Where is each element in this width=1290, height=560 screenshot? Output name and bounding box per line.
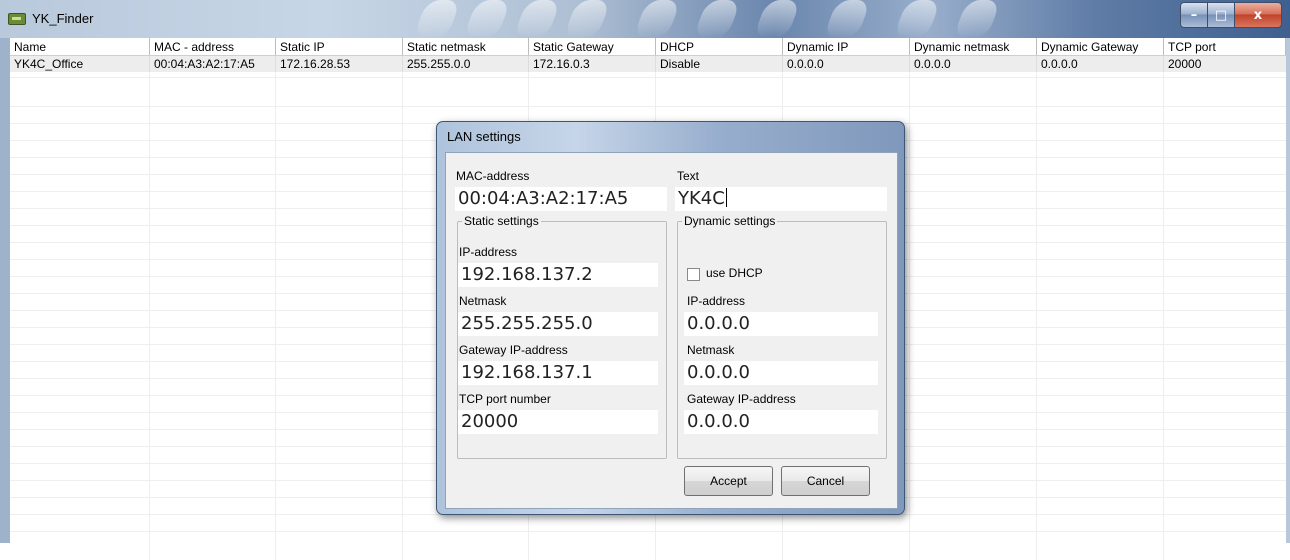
column-header-static-ip[interactable]: Static IP [276, 38, 403, 55]
window-frame-right [1286, 38, 1290, 543]
mac-address-field[interactable]: 00:04:A3:A2:17:A5 [455, 187, 667, 211]
static-netmask-field[interactable]: 255.255.255.0 [458, 312, 658, 336]
table-row[interactable]: YK4C_Office 00:04:A3:A2:17:A5 172.16.28.… [10, 56, 1286, 72]
text-field-value: YK4C [678, 188, 725, 209]
dialog-body: MAC-address 00:04:A3:A2:17:A5 Text YK4C … [445, 152, 898, 509]
dialog-title: LAN settings [447, 129, 521, 144]
cell-name: YK4C_Office [10, 56, 150, 72]
dynamic-ip-field[interactable]: 0.0.0.0 [684, 312, 878, 336]
static-netmask-label: Netmask [459, 294, 507, 308]
tcp-port-label: TCP port number [459, 392, 551, 406]
cell-tcp-port: 20000 [1168, 57, 1202, 71]
column-header-dynamic-gateway[interactable]: Dynamic Gateway [1037, 38, 1164, 55]
cell-mac: 00:04:A3:A2:17:A5 [150, 56, 276, 72]
use-dhcp-checkbox[interactable] [687, 268, 700, 281]
app-icon [8, 12, 26, 25]
lan-settings-dialog: LAN settings MAC-address 00:04:A3:A2:17:… [436, 121, 905, 515]
cell-static-netmask: 255.255.0.0 [403, 56, 529, 72]
accept-button[interactable]: Accept [684, 466, 773, 496]
dynamic-netmask-label: Netmask [687, 343, 735, 357]
maximize-button[interactable]: □ [1208, 2, 1234, 28]
gateway-ip-field[interactable]: 192.168.137.1 [458, 361, 658, 385]
static-ip-field[interactable]: 192.168.137.2 [458, 263, 658, 287]
cell-static-gateway: 172.16.0.3 [529, 56, 656, 72]
minimize-button[interactable]: – [1180, 2, 1208, 28]
dynamic-settings-legend: Dynamic settings [682, 214, 778, 228]
close-icon: x [1253, 7, 1263, 23]
window-title-area: YK_Finder [8, 11, 93, 26]
static-settings-group: Static settings IP-address 192.168.137.2… [457, 214, 667, 459]
dynamic-ip-label: IP-address [687, 294, 746, 308]
tcp-port-field[interactable]: 20000 [458, 410, 658, 434]
column-header-static-gateway[interactable]: Static Gateway [529, 38, 656, 55]
column-header-dynamic-netmask[interactable]: Dynamic netmask [910, 38, 1037, 55]
static-settings-legend: Static settings [462, 214, 541, 228]
text-label: Text [677, 169, 700, 183]
column-header-dhcp[interactable]: DHCP [656, 38, 783, 55]
column-header-static-netmask[interactable]: Static netmask [403, 38, 529, 55]
static-ip-label: IP-address [459, 245, 518, 259]
column-header-mac[interactable]: MAC - address [150, 38, 276, 55]
window-title: YK_Finder [32, 11, 94, 26]
text-caret [725, 188, 727, 207]
close-button[interactable]: x [1234, 2, 1282, 28]
window-frame-left [0, 38, 10, 543]
column-header-name[interactable]: Name [10, 38, 150, 55]
minimize-icon: – [1190, 7, 1198, 23]
mac-address-label: MAC-address [456, 169, 530, 183]
text-field[interactable]: YK4C [675, 187, 887, 211]
window-controls: – □ x [1180, 2, 1282, 28]
cell-static-ip: 172.16.28.53 [276, 56, 403, 72]
cancel-button[interactable]: Cancel [781, 466, 870, 496]
dynamic-netmask-field[interactable]: 0.0.0.0 [684, 361, 878, 385]
cell-dynamic-netmask: 0.0.0.0 [910, 56, 1037, 72]
dynamic-gateway-field[interactable]: 0.0.0.0 [684, 410, 878, 434]
column-header-tcp-port[interactable]: TCP port [1164, 38, 1286, 55]
table-header: Name MAC - address Static IP Static netm… [10, 38, 1286, 56]
gateway-ip-label: Gateway IP-address [459, 343, 568, 357]
dynamic-settings-group: Dynamic settings use DHCP IP-address 0.0… [677, 214, 887, 459]
use-dhcp-label[interactable]: use DHCP [706, 266, 763, 280]
maximize-icon: □ [1214, 7, 1228, 23]
title-bar[interactable]: YK_Finder – □ x [0, 0, 1290, 38]
cell-dhcp: Disable [656, 56, 783, 72]
cell-dynamic-ip: 0.0.0.0 [783, 56, 910, 72]
column-header-dynamic-ip[interactable]: Dynamic IP [783, 38, 910, 55]
cell-dynamic-gateway: 0.0.0.0 [1037, 56, 1164, 72]
dynamic-gateway-label: Gateway IP-address [687, 392, 796, 406]
